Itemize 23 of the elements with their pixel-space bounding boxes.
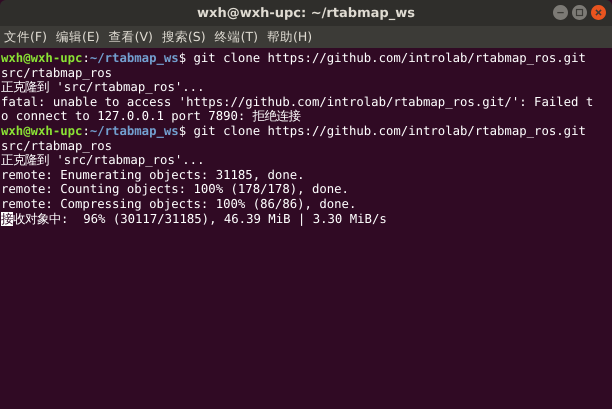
menu-item[interactable]: 查看(V) bbox=[108, 28, 153, 46]
window-title: wxh@wxh-upc: ~/rtabmap_ws bbox=[197, 6, 415, 20]
terminal-line: o connect to 127.0.0.1 port 7890: 拒绝连接 bbox=[1, 109, 301, 124]
terminal-line: remote: Counting objects: 100% (178/178), done. bbox=[1, 182, 350, 197]
terminal-line: remote: Enumerating objects: 31185, done. bbox=[1, 168, 306, 182]
menu-item[interactable]: 编辑(E) bbox=[56, 28, 100, 46]
menu-item[interactable]: 帮助(H) bbox=[267, 28, 312, 46]
terminal-line: remote: Compressing objects: 100% (86/86), done. bbox=[1, 196, 358, 212]
terminal-cursor: 接 bbox=[1, 212, 13, 226]
terminal-line: wxh@wxh-upc:~/rtabmap_ws$ git clone https://github.com/introlab/rtabmap_ros.git bbox=[1, 51, 587, 66]
menu-item[interactable]: 文件(F) bbox=[4, 28, 47, 46]
terminal-line: 正克隆到 'src/rtabmap_ros'... bbox=[1, 153, 206, 168]
terminal-line: wxh@wxh-upc:~/rtabmap_ws$ git clone https://github.com/introlab/rtabmap_ros.git bbox=[1, 124, 587, 139]
terminal-line: src/rtabmap_ros bbox=[1, 66, 114, 80]
terminal-line: 收对象中: 96% (30117/31185), 46.39 MiB | 3.30 MiB/s bbox=[13, 212, 387, 226]
menu-item[interactable]: 搜索(S) bbox=[162, 28, 206, 46]
close-button[interactable] bbox=[591, 5, 606, 20]
minimize-button[interactable] bbox=[553, 5, 568, 20]
terminal-line: src/rtabmap_ros bbox=[1, 138, 114, 154]
terminal-line: 正克隆到 'src/rtabmap_ros'... bbox=[1, 80, 206, 95]
maximize-button[interactable] bbox=[572, 5, 587, 20]
terminal-line: fatal: unable to access 'https://github.com/introlab/rtabmap_ros.git/': Failed t bbox=[1, 94, 594, 110]
menu-item[interactable]: 终端(T) bbox=[214, 28, 258, 46]
